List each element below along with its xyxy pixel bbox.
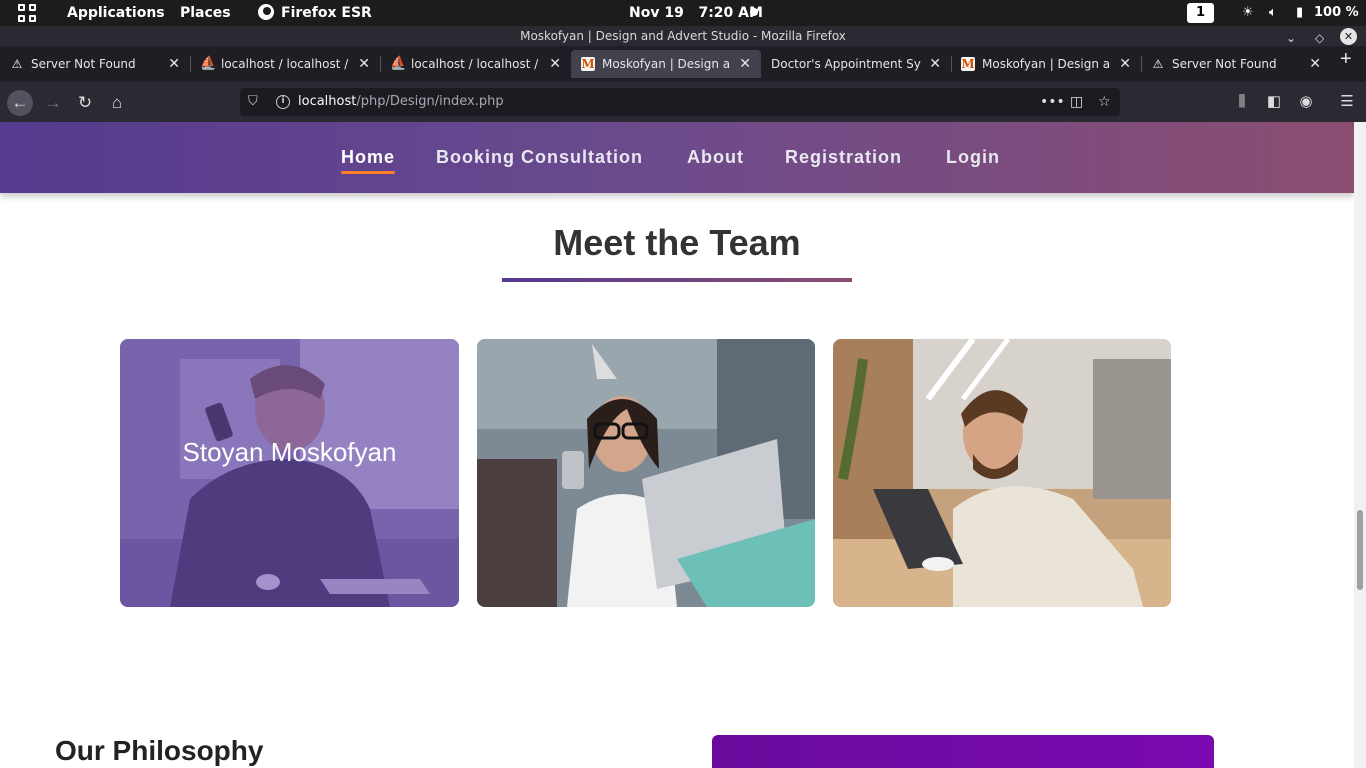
sidebar-icon[interactable]: ◧ [1263, 90, 1285, 114]
nav-home[interactable]: Home [341, 147, 396, 174]
tab-server-not-found-1[interactable]: ⚠ Server Not Found ✕ [0, 50, 190, 78]
tab-label: Server Not Found [31, 57, 136, 71]
notification-dot-icon [750, 8, 758, 16]
philosophy-purple-panel [712, 735, 1214, 768]
tab-close-icon[interactable]: ✕ [929, 50, 941, 78]
web-page: Home Booking Consultation About Registra… [0, 122, 1354, 768]
site-navigation: Home Booking Consultation About Registra… [0, 122, 1354, 193]
tab-label: Moskofyan | Design and A [982, 57, 1111, 71]
tab-moskofyan-active[interactable]: M Moskofyan | Design and A ✕ [571, 50, 761, 78]
system-top-bar: Applications Places Firefox ESR Nov 19 7… [0, 0, 1366, 26]
team-card-1[interactable]: Stoyan Moskofyan [120, 339, 459, 607]
tab-close-icon[interactable]: ✕ [358, 50, 370, 78]
phpmyadmin-icon: ⛵ [390, 56, 407, 71]
tab-phpmyadmin-cdf[interactable]: ⛵ localhost / localhost / cdf ✕ [380, 50, 571, 78]
browser-toolbar: ← → ↻ ⌂ ⛉ i localhost/php/Design/index.p… [0, 82, 1366, 122]
m-logo-icon: M [961, 57, 975, 71]
bookmark-star-icon[interactable]: ☆ [1098, 88, 1111, 116]
m-logo-icon: M [581, 57, 595, 71]
back-arrow-icon[interactable]: ← [7, 90, 33, 116]
window-title-bar: Moskofyan | Design and Advert Studio - M… [0, 26, 1366, 46]
nav-registration[interactable]: Registration [785, 147, 902, 168]
forward-arrow-icon[interactable]: → [40, 90, 66, 116]
minimize-chevron-icon[interactable]: ⌄ [1286, 28, 1296, 48]
warning-icon: ⚠ [11, 57, 23, 71]
team-photo-woman-with-laptop [477, 339, 815, 607]
new-tab-plus-icon[interactable]: + [1340, 48, 1352, 71]
tab-label: localhost / localhost / cdf [411, 57, 541, 71]
tab-server-not-found-2[interactable]: ⚠ Server Not Found ✕ [1141, 50, 1331, 78]
tab-label: Moskofyan | Design and A [602, 57, 731, 71]
site-info-icon[interactable]: i [276, 95, 290, 109]
nav-booking-consultation[interactable]: Booking Consultation [436, 147, 643, 168]
tracking-shield-icon[interactable]: ⛉ [248, 88, 258, 116]
team-card-3[interactable] [833, 339, 1171, 607]
nav-about[interactable]: About [687, 147, 744, 168]
home-icon[interactable]: ⌂ [104, 90, 130, 116]
nav-login[interactable]: Login [946, 147, 1000, 168]
pocket-icon[interactable]: ◫ [1070, 88, 1083, 116]
card-hover-overlay [120, 339, 459, 607]
url-host: localhost [298, 94, 357, 109]
workspace-indicator[interactable]: 1 [1187, 3, 1214, 23]
battery-level: 100 % [1314, 5, 1359, 20]
scrollbar-thumb[interactable] [1357, 510, 1363, 590]
tab-close-icon[interactable]: ✕ [1309, 50, 1321, 78]
phpmyadmin-icon: ⛵ [200, 56, 217, 71]
tab-close-icon[interactable]: ✕ [549, 50, 561, 78]
tab-label: Server Not Found [1172, 57, 1277, 71]
tab-strip: ⚠ Server Not Found ✕ ⛵ localhost / local… [0, 46, 1366, 82]
warning-icon: ⚠ [1152, 57, 1164, 71]
clock[interactable]: Nov 19 7:20 AM [629, 5, 763, 21]
tab-label: localhost / localhost / doc [221, 57, 350, 71]
team-member-name: Stoyan Moskofyan [182, 437, 397, 467]
tab-phpmyadmin-doc[interactable]: ⛵ localhost / localhost / doc ✕ [190, 50, 380, 78]
battery-icon[interactable]: ▮ [1296, 5, 1303, 20]
title-underline [502, 278, 852, 282]
volume-icon[interactable]: 🔈︎ [1269, 5, 1277, 20]
active-app-menu[interactable]: Firefox ESR [281, 5, 372, 21]
page-scrollbar[interactable] [1354, 122, 1366, 768]
tab-close-icon[interactable]: ✕ [1119, 50, 1131, 78]
philosophy-section-title: Our Philosophy [55, 735, 264, 766]
firefox-icon [258, 4, 274, 20]
team-photo-man-thinking [833, 339, 1171, 607]
applications-menu[interactable]: Applications [67, 5, 165, 21]
url-text[interactable]: localhost/php/Design/index.php [298, 88, 504, 116]
url-bar[interactable]: ⛉ i localhost/php/Design/index.php ••• ◫… [240, 88, 1120, 116]
tab-close-icon[interactable]: ✕ [168, 50, 180, 78]
page-actions-menu-icon[interactable]: ••• [1040, 88, 1065, 116]
team-section-title: Meet the Team [553, 222, 801, 263]
tab-close-icon[interactable]: ✕ [739, 50, 751, 78]
date: Nov 19 [629, 5, 684, 21]
app-grid-icon[interactable] [18, 4, 36, 22]
tab-doctors-appointment[interactable]: Doctor's Appointment System ✕ [761, 50, 951, 78]
team-card-2[interactable] [477, 339, 815, 607]
reload-icon[interactable]: ↻ [72, 90, 98, 116]
hamburger-menu-icon[interactable]: ☰ [1336, 90, 1358, 114]
url-path: /php/Design/index.php [356, 94, 504, 109]
tab-label: Doctor's Appointment System [771, 57, 921, 71]
library-icon[interactable]: ⫼ [1231, 90, 1253, 114]
maximize-diamond-icon[interactable]: ◇ [1315, 28, 1324, 48]
window-close-button[interactable]: ✕ [1340, 28, 1357, 45]
window-title: Moskofyan | Design and Advert Studio - M… [520, 29, 846, 43]
account-icon[interactable]: ◉ [1295, 90, 1317, 114]
brightness-icon[interactable]: ☀ [1242, 5, 1254, 20]
places-menu[interactable]: Places [180, 5, 231, 21]
tab-moskofyan-2[interactable]: M Moskofyan | Design and A ✕ [951, 50, 1141, 78]
